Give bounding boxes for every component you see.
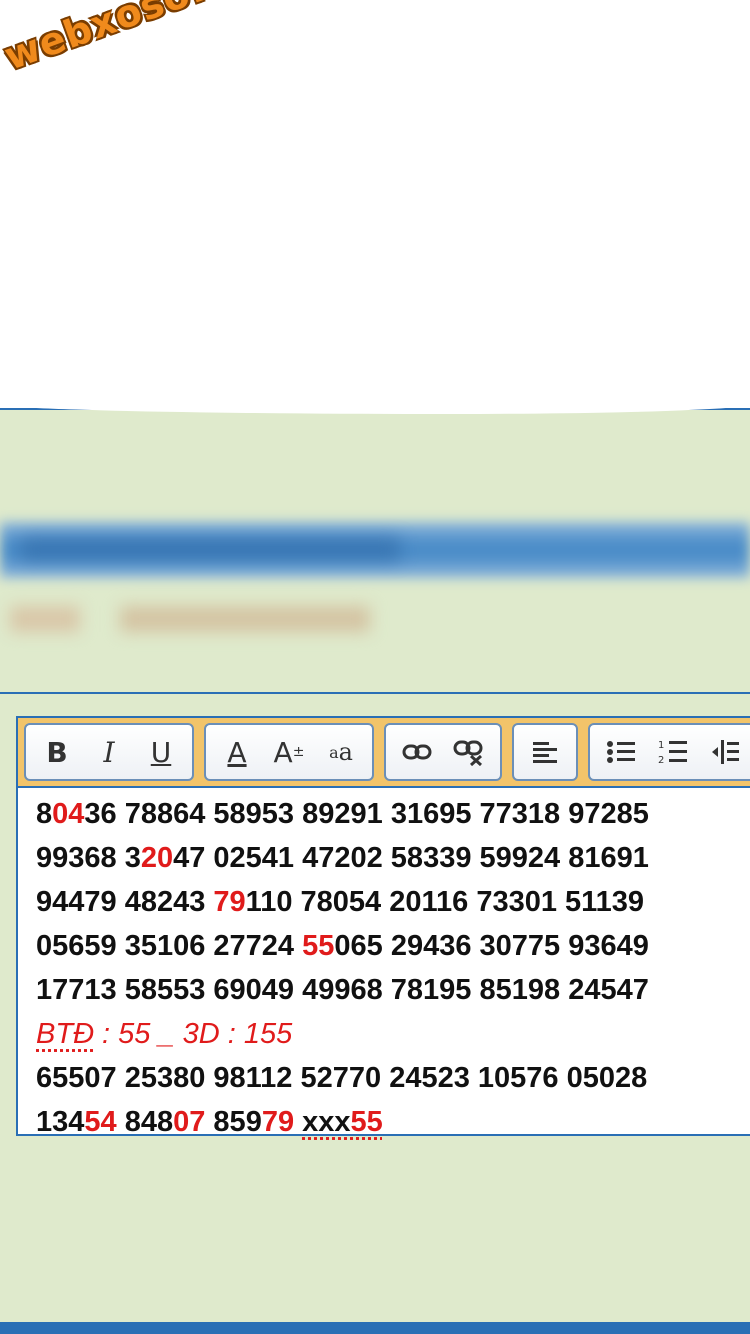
number-text: 8 [36,798,52,830]
number-line: 13454 84807 85979 xxx55 [36,1100,750,1144]
number-line: 99368 32047 02541 47202 58339 59924 8169… [36,836,750,880]
number-line: 05659 35106 27724 55065 29436 30775 9364… [36,924,750,968]
highlighted-digits: 55 [302,930,334,962]
number-text: 65507 25380 98112 52770 24523 10576 0502… [36,1062,647,1094]
number-line: 80436 78864 58953 89291 31695 77318 9728… [36,792,750,836]
svg-text:2: 2 [658,755,664,766]
btd-value: : 55 _ 3D : 155 [94,1018,292,1050]
highlighted-digits: 07 [173,1106,205,1138]
highlighted-digits: 79 [213,886,245,918]
font-color-button[interactable]: A [212,729,262,775]
outdent-icon [710,739,740,765]
bold-button[interactable]: B [32,729,82,775]
outdent-button[interactable] [700,729,750,775]
bullet-list-button[interactable] [596,729,646,775]
number-text: 134 [36,1106,84,1138]
font-size-label: A [274,736,293,769]
number-line: 17713 58553 69049 49968 78195 85198 2454… [36,968,750,1012]
toolbar-group-list: 12 [588,723,750,781]
highlighted-digits: 54 [84,1106,116,1138]
number-text: 110 78054 20116 73301 51139 [246,886,644,918]
font-size-button[interactable]: A ± [264,729,314,775]
number-text: 065 29436 30775 93649 [334,930,648,962]
editor-toolbar: B I U A A ± aa 1 2 [18,718,750,788]
number-text: 94479 48243 [36,886,213,918]
divider [0,692,750,694]
number-text: 17713 58553 69049 49968 78195 85198 2454… [36,974,649,1006]
btd-line: BTĐ : 55 _ 3D : 155 [36,1012,750,1056]
toolbar-group-link [384,723,502,781]
number-text: 99368 3 [36,842,141,874]
bottom-bar [0,1322,750,1334]
blurred-title-text [20,538,400,560]
blurred-subtitle [10,600,370,636]
number-text [294,1106,302,1138]
number-text: 05659 35106 27724 [36,930,302,962]
header-blank-area: webxoso.net [0,0,750,410]
highlighted-digits: 55 [351,1106,383,1138]
font-family-button[interactable]: aa [316,729,366,775]
remove-link-button[interactable] [444,729,494,775]
number-line: 94479 48243 79110 78054 20116 73301 5113… [36,880,750,924]
align-left-button[interactable] [520,729,570,775]
italic-button[interactable]: I [84,729,134,775]
editor-content[interactable]: 80436 78864 58953 89291 31695 77318 9728… [18,788,750,1144]
rich-text-editor[interactable]: B I U A A ± aa 1 2 80436 78864 58953 892… [16,716,750,1136]
number-text: xxx [302,1106,350,1138]
numbered-list-icon: 12 [658,738,688,766]
toolbar-group-align [512,723,578,781]
svg-text:1: 1 [658,740,664,751]
bullet-list-icon [606,739,636,765]
align-left-icon [532,741,558,763]
link-icon [402,742,432,762]
toolbar-group-font: A A ± aa [204,723,374,781]
unlink-icon [453,738,485,766]
watermark-logo: webxoso.net [0,0,280,79]
number-line: 65507 25380 98112 52770 24523 10576 0502… [36,1056,750,1100]
number-text: 36 78864 58953 89291 31695 77318 97285 [84,798,648,830]
font-family-sup: a [329,743,339,762]
toolbar-group-format: B I U [24,723,194,781]
number-text: 859 [205,1106,261,1138]
underline-button[interactable]: U [136,729,186,775]
number-text: 848 [117,1106,173,1138]
font-size-arrows: ± [293,744,305,760]
number-text: 47 02541 47202 58339 59924 81691 [173,842,649,874]
insert-link-button[interactable] [392,729,442,775]
highlighted-digits: 79 [262,1106,294,1138]
btd-label: BTĐ [36,1018,94,1050]
highlighted-digits: 20 [141,842,173,874]
highlighted-digits: 04 [52,798,84,830]
numbered-list-button[interactable]: 12 [648,729,698,775]
font-family-main: a [339,738,353,766]
